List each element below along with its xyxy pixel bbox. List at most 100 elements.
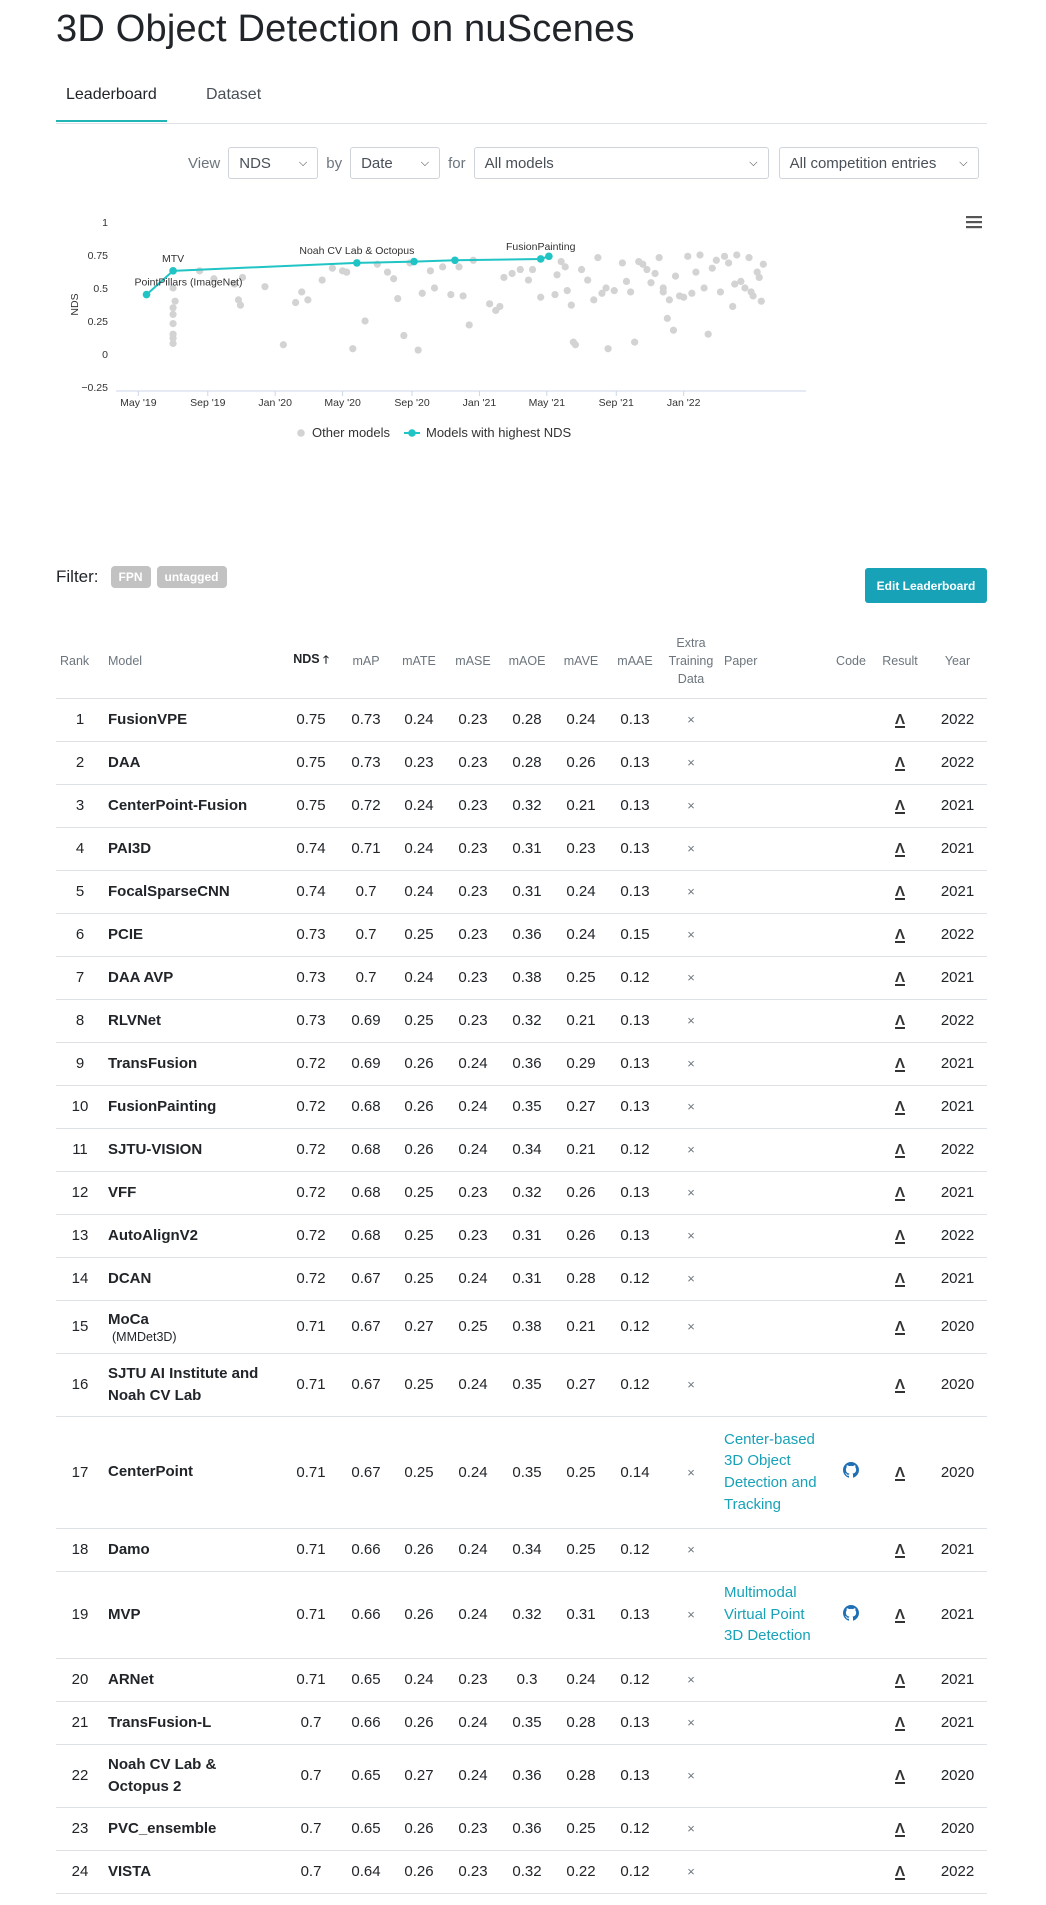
result-icon[interactable]: Λ bbox=[872, 913, 928, 957]
result-link-icon[interactable]: Λ bbox=[894, 1013, 905, 1029]
model-name-text[interactable]: DAA bbox=[108, 752, 278, 774]
model-name[interactable]: FocalSparseCNN bbox=[104, 870, 282, 914]
header-mase[interactable]: mASE bbox=[446, 624, 500, 699]
result-link-icon[interactable]: Λ bbox=[894, 1228, 905, 1244]
result-icon[interactable]: Λ bbox=[872, 999, 928, 1043]
table-row[interactable]: 19 MVP 0.71 0.66 0.26 0.24 0.32 0.31 0.13 × Multim… bbox=[56, 1571, 987, 1659]
result-icon[interactable]: Λ bbox=[872, 1850, 928, 1894]
model-name-text[interactable]: CenterPoint bbox=[108, 1461, 278, 1483]
edit-leaderboard-button[interactable]: Edit Leaderboard bbox=[865, 568, 987, 603]
table-row[interactable]: 21 TransFusion-L 0.7 0.66 0.26 0.24 0.35 0.28 0.… bbox=[56, 1701, 987, 1745]
result-icon[interactable]: Λ bbox=[872, 1528, 928, 1572]
paper-link[interactable] bbox=[720, 1300, 830, 1354]
result-link-icon[interactable]: Λ bbox=[894, 755, 905, 771]
model-name-text[interactable]: FusionVPE bbox=[108, 709, 278, 731]
header-mate[interactable]: mATE bbox=[392, 624, 446, 699]
model-name[interactable]: DCAN bbox=[104, 1257, 282, 1301]
paper-link[interactable] bbox=[720, 1257, 830, 1301]
result-link-icon[interactable]: Λ bbox=[894, 1768, 905, 1784]
result-icon[interactable]: Λ bbox=[872, 1744, 928, 1808]
result-icon[interactable]: Λ bbox=[872, 1085, 928, 1129]
table-row[interactable]: 5 FocalSparseCNN 0.74 0.7 0.24 0.23 0.31 0.24 0.… bbox=[56, 870, 987, 914]
model-name[interactable]: Noah CV Lab & Octopus 2 bbox=[104, 1744, 282, 1808]
chart-menu-icon[interactable] bbox=[966, 216, 982, 219]
model-name[interactable]: SJTU AI Institute and Noah CV Lab bbox=[104, 1353, 282, 1417]
result-link-icon[interactable]: Λ bbox=[894, 884, 905, 900]
paper-link[interactable] bbox=[720, 1353, 830, 1417]
paper-link[interactable]: Center-based 3D Object Detection and Tra… bbox=[720, 1416, 830, 1529]
result-icon[interactable]: Λ bbox=[872, 1300, 928, 1354]
result-link-icon[interactable]: Λ bbox=[894, 1542, 905, 1558]
table-row[interactable]: 4 PAI3D 0.74 0.71 0.24 0.23 0.31 0.23 0.13 × Λ 2021 bbox=[56, 827, 987, 871]
result-icon[interactable]: Λ bbox=[872, 1658, 928, 1702]
paper-link[interactable] bbox=[720, 1658, 830, 1702]
paper-link[interactable] bbox=[720, 698, 830, 742]
paper-link[interactable] bbox=[720, 999, 830, 1043]
model-name[interactable]: DAA AVP bbox=[104, 956, 282, 1000]
result-icon[interactable]: Λ bbox=[872, 1128, 928, 1172]
table-row[interactable]: 18 Damo 0.71 0.66 0.26 0.24 0.34 0.25 0.12 × Λ 2021 bbox=[56, 1528, 987, 1572]
result-icon[interactable]: Λ bbox=[872, 1257, 928, 1301]
model-name[interactable]: Damo bbox=[104, 1528, 282, 1572]
result-link-icon[interactable]: Λ bbox=[894, 1864, 905, 1880]
result-icon[interactable]: Λ bbox=[872, 741, 928, 785]
table-row[interactable]: 6 PCIE 0.73 0.7 0.25 0.23 0.36 0.24 0.15 × Λ 2022 bbox=[56, 913, 987, 957]
result-icon[interactable]: Λ bbox=[872, 1042, 928, 1086]
table-row[interactable]: 8 RLVNet 0.73 0.69 0.25 0.23 0.32 0.21 0.13 × Λ 202… bbox=[56, 999, 987, 1043]
header-mave[interactable]: mAVE bbox=[554, 624, 608, 699]
result-icon[interactable]: Λ bbox=[872, 1214, 928, 1258]
paper-link[interactable] bbox=[720, 1807, 830, 1851]
paper-link[interactable] bbox=[720, 1085, 830, 1129]
model-name-text[interactable]: MoCa bbox=[108, 1309, 278, 1331]
paper-link[interactable] bbox=[720, 1850, 830, 1894]
header-rank[interactable]: Rank bbox=[56, 624, 104, 699]
result-icon[interactable]: Λ bbox=[872, 956, 928, 1000]
result-icon[interactable]: Λ bbox=[872, 1571, 928, 1659]
tag-fpn[interactable]: FPN bbox=[110, 566, 151, 588]
model-name[interactable]: ARNet bbox=[104, 1658, 282, 1702]
header-maoe[interactable]: mAOE bbox=[500, 624, 554, 699]
header-model[interactable]: Model bbox=[104, 624, 282, 699]
result-icon[interactable]: Λ bbox=[872, 1701, 928, 1745]
paper-link[interactable] bbox=[720, 1744, 830, 1808]
model-name[interactable]: VISTA bbox=[104, 1850, 282, 1894]
result-link-icon[interactable]: Λ bbox=[894, 1142, 905, 1158]
paper-title-link[interactable]: Center-based 3D Object Detection and Tra… bbox=[724, 1429, 826, 1516]
table-row[interactable]: 3 CenterPoint-Fusion 0.75 0.72 0.24 0.23 0.32 0… bbox=[56, 784, 987, 828]
table-row[interactable]: 22 Noah CV Lab & Octopus 2 0.7 0.65 0.27 0.24… bbox=[56, 1744, 987, 1808]
model-name-text[interactable]: FocalSparseCNN bbox=[108, 881, 278, 903]
result-link-icon[interactable]: Λ bbox=[894, 1715, 905, 1731]
model-name[interactable]: VFF bbox=[104, 1171, 282, 1215]
model-name[interactable]: PAI3D bbox=[104, 827, 282, 871]
result-icon[interactable]: Λ bbox=[872, 870, 928, 914]
tag-untagged[interactable]: untagged bbox=[156, 566, 227, 588]
chart-menu-icon[interactable] bbox=[966, 226, 982, 229]
result-icon[interactable]: Λ bbox=[872, 1807, 928, 1851]
table-row[interactable]: 16 SJTU AI Institute and Noah CV Lab 0.71 0… bbox=[56, 1353, 987, 1417]
model-name-text[interactable]: AutoAlignV2 bbox=[108, 1225, 278, 1247]
header-nds[interactable]: NDS 🡑 bbox=[282, 624, 340, 699]
entries-select[interactable]: All competition entries ⌵ bbox=[778, 147, 979, 179]
paper-link[interactable] bbox=[720, 1701, 830, 1745]
model-name[interactable]: MoCa (MMDet3D) bbox=[104, 1300, 282, 1354]
result-link-icon[interactable]: Λ bbox=[894, 1099, 905, 1115]
result-icon[interactable]: Λ bbox=[872, 827, 928, 871]
view-select[interactable]: NDS ⌵ bbox=[228, 147, 319, 179]
table-row[interactable]: 10 FusionPainting 0.72 0.68 0.26 0.24 0.35 0.27… bbox=[56, 1085, 987, 1129]
model-name-text[interactable]: DCAN bbox=[108, 1268, 278, 1290]
paper-link[interactable] bbox=[720, 1171, 830, 1215]
model-name[interactable]: MVP bbox=[104, 1571, 282, 1659]
result-link-icon[interactable]: Λ bbox=[894, 712, 905, 728]
model-name[interactable]: CenterPoint-Fusion bbox=[104, 784, 282, 828]
model-name[interactable]: TransFusion bbox=[104, 1042, 282, 1086]
model-name-text[interactable]: ARNet bbox=[108, 1669, 278, 1691]
table-row[interactable]: 9 TransFusion 0.72 0.69 0.26 0.24 0.36 0.29 0.13… bbox=[56, 1042, 987, 1086]
result-link-icon[interactable]: Λ bbox=[894, 1465, 905, 1481]
paper-link[interactable] bbox=[720, 827, 830, 871]
result-link-icon[interactable]: Λ bbox=[894, 841, 905, 857]
header-maae[interactable]: mAAE bbox=[608, 624, 662, 699]
result-link-icon[interactable]: Λ bbox=[894, 798, 905, 814]
result-link-icon[interactable]: Λ bbox=[894, 1821, 905, 1837]
model-name[interactable]: PCIE bbox=[104, 913, 282, 957]
model-name-text[interactable]: SJTU AI Institute and Noah CV Lab bbox=[108, 1363, 278, 1407]
